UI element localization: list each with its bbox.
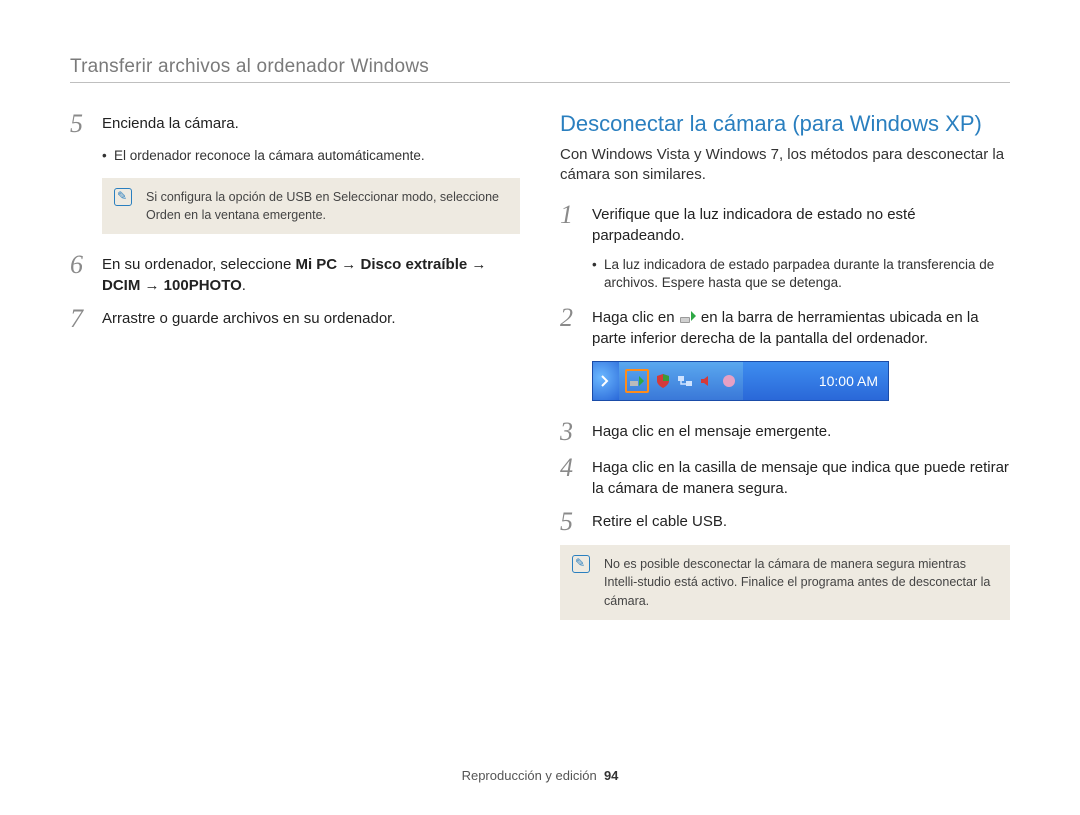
step-5: 5 Encienda la cámara. [70, 111, 520, 137]
note-text-part: , seleccione [433, 190, 499, 204]
header-rule [70, 82, 1010, 83]
tray-shield-icon [655, 373, 671, 389]
step-r1: 1 Verifique que la luz indicadora de est… [560, 202, 1010, 246]
step-r5: 5 Retire el cable USB. [560, 509, 1010, 535]
page: Transferir archivos al ordenador Windows… [0, 0, 1080, 815]
section-title: Desconectar la cámara (para Windows XP) [560, 111, 1010, 137]
note-text-part: Si configura la opción de USB en [146, 190, 333, 204]
step-number: 3 [560, 419, 580, 445]
footer-section: Reproducción y edición [462, 768, 597, 783]
note-text-bold: Orden [146, 208, 181, 222]
step-r3: 3 Haga clic en el mensaje emergente. [560, 419, 1010, 445]
windows-taskbar: 10:00 AM [592, 361, 889, 401]
taskbar-clock: 10:00 AM [743, 373, 888, 389]
step-number: 6 [70, 252, 90, 296]
step-r4: 4 Haga clic en la casilla de mensaje que… [560, 455, 1010, 499]
step-number: 5 [70, 111, 90, 137]
note-text: No es posible desconectar la cámara de m… [604, 557, 990, 607]
footer-page-number: 94 [604, 768, 618, 783]
text-part: . [242, 277, 246, 294]
step-text: En su ordenador, seleccione Mi PC → Disc… [102, 252, 520, 296]
step-5-bullet: El ordenador reconoce la cámara automáti… [102, 147, 520, 166]
step-text: Haga clic en en la barra de herramientas… [592, 305, 1010, 349]
safely-remove-hardware-tray-icon[interactable] [625, 369, 649, 393]
step-text: Retire el cable USB. [592, 509, 727, 535]
system-tray [619, 362, 743, 400]
step-number: 2 [560, 305, 580, 349]
right-column: Desconectar la cámara (para Windows XP) … [560, 111, 1010, 638]
step-number: 7 [70, 306, 90, 332]
arrow: → [140, 277, 163, 294]
tray-unknown-icon [721, 373, 737, 389]
text-part: Haga clic en [592, 309, 679, 326]
path-bold: Disco extraíble [360, 256, 467, 273]
step-text: Haga clic en el mensaje emergente. [592, 419, 831, 445]
path-bold: Mi PC [295, 256, 337, 273]
note-icon [572, 555, 590, 573]
tray-volume-icon [699, 373, 715, 389]
path-bold: 100PHOTO [164, 277, 242, 294]
taskbar-expand-icon [593, 362, 619, 400]
step-r1-bullet: La luz indicadora de estado parpadea dur… [592, 256, 1010, 294]
note-text-bold: Seleccionar modo [333, 190, 433, 204]
step-text: Verifique que la luz indicadora de estad… [592, 202, 1010, 246]
page-header-title: Transferir archivos al ordenador Windows [70, 56, 1010, 78]
section-intro: Con Windows Vista y Windows 7, los métod… [560, 145, 1010, 186]
note-usb-mode: Si configura la opción de USB en Selecci… [102, 178, 520, 234]
arrow: → [337, 256, 360, 273]
step-text: Encienda la cámara. [102, 111, 239, 137]
step-text: Haga clic en la casilla de mensaje que i… [592, 455, 1010, 499]
text-part: En su ordenador, seleccione [102, 256, 295, 273]
note-intelli-studio: No es posible desconectar la cámara de m… [560, 545, 1010, 619]
tray-network-icon [677, 373, 693, 389]
step-r2: 2 Haga clic en en la barra de herramient… [560, 305, 1010, 349]
content-columns: 5 Encienda la cámara. El ordenador recon… [70, 111, 1010, 638]
note-text-part: en la ventana emergente. [181, 208, 326, 222]
taskbar-figure: 10:00 AM [592, 361, 1010, 401]
safely-remove-hardware-icon [679, 308, 697, 326]
left-column: 5 Encienda la cámara. El ordenador recon… [70, 111, 520, 638]
step-text: Arrastre o guarde archivos en su ordenad… [102, 306, 396, 332]
arrow: → [467, 256, 486, 273]
step-number: 1 [560, 202, 580, 246]
page-footer: Reproducción y edición 94 [0, 768, 1080, 783]
step-6: 6 En su ordenador, seleccione Mi PC → Di… [70, 252, 520, 296]
step-number: 5 [560, 509, 580, 535]
step-7: 7 Arrastre o guarde archivos en su orden… [70, 306, 520, 332]
step-number: 4 [560, 455, 580, 499]
note-icon [114, 188, 132, 206]
path-bold: DCIM [102, 277, 140, 294]
